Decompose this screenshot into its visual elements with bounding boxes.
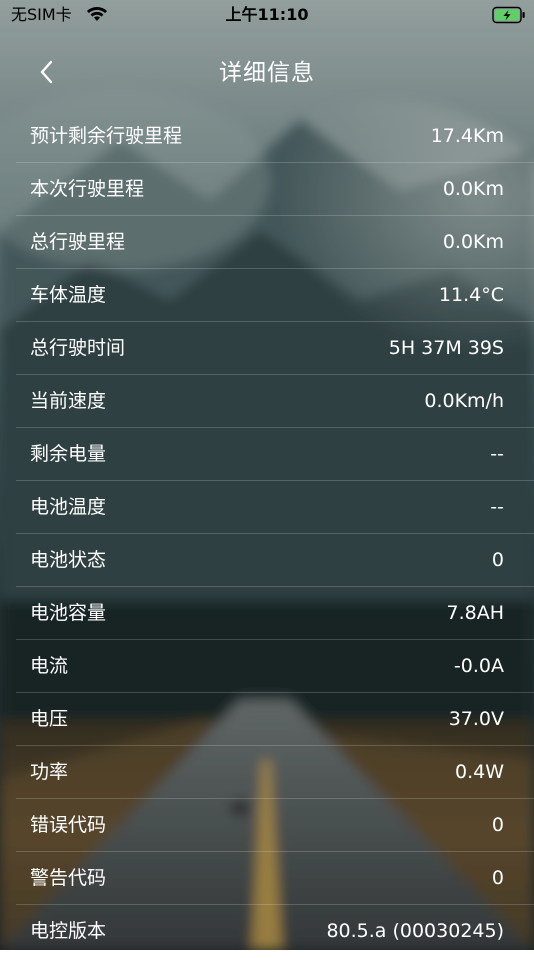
list-item: 电控版本 80.5.a (00030245) [0, 905, 534, 958]
row-value: 80.5.a (00030245) [326, 920, 504, 942]
row-label: 剩余电量 [30, 443, 107, 465]
list-item: 电压 37.0V [0, 693, 534, 746]
row-value: 0 [491, 814, 504, 836]
row-value: 0 [491, 549, 504, 571]
row-label: 电控版本 [30, 920, 107, 942]
row-label: 总行驶里程 [30, 231, 126, 253]
row-label: 车体温度 [30, 284, 107, 306]
row-label: 电池容量 [30, 602, 107, 624]
list-item: 剩余电量 -- [0, 428, 534, 481]
row-value: 0.0Km [442, 178, 504, 200]
row-value: 37.0V [448, 708, 504, 730]
page-title: 详细信息 [219, 60, 315, 86]
status-time: 上午11:10 [225, 5, 309, 24]
list-item: 总行驶里程 0.0Km [0, 216, 534, 269]
row-label: 预计剩余行驶里程 [30, 125, 183, 147]
list-item: 电池容量 7.8AH [0, 587, 534, 640]
list-item: 电流 -0.0A [0, 640, 534, 693]
list-item: 电池状态 0 [0, 534, 534, 587]
row-value: 0 [491, 867, 504, 889]
row-value: 0.0Km/h [424, 390, 504, 412]
list-item: 总行驶时间 5H 37M 39S [0, 322, 534, 375]
row-value: 17.4Km [430, 125, 504, 147]
list-item: 错误代码 0 [0, 799, 534, 852]
navigation-bar: 详细信息 [0, 30, 534, 110]
row-value: -- [490, 443, 504, 465]
list-item: 车体温度 11.4°C [0, 269, 534, 322]
list-item: 本次行驶里程 0.0Km [0, 163, 534, 216]
row-value: 11.4°C [438, 284, 504, 306]
status-bar: 无SIM卡 上午11:10 [0, 0, 534, 30]
list-item: 电池温度 -- [0, 481, 534, 534]
list-item: 预计剩余行驶里程 17.4Km [0, 110, 534, 163]
row-label: 电流 [30, 655, 69, 677]
row-value: -- [490, 496, 504, 518]
row-value: 0.0Km [442, 231, 504, 253]
row-label: 电池温度 [30, 496, 107, 518]
row-label: 错误代码 [30, 814, 107, 836]
row-label: 总行驶时间 [30, 337, 126, 359]
list-item: 功率 0.4W [0, 746, 534, 799]
row-value: -0.0A [453, 655, 504, 677]
row-value: 0.4W [454, 761, 504, 783]
battery-charging-icon [492, 6, 526, 24]
row-value: 7.8AH [446, 602, 504, 624]
row-label: 功率 [30, 761, 69, 783]
row-label: 当前速度 [30, 390, 107, 412]
row-label: 警告代码 [30, 867, 107, 889]
row-label: 电池状态 [30, 549, 107, 571]
list-item: 警告代码 0 [0, 852, 534, 905]
row-label: 本次行驶里程 [30, 178, 145, 200]
detail-list: 预计剩余行驶里程 17.4Km 本次行驶里程 0.0Km 总行驶里程 0.0Km… [0, 110, 534, 958]
row-value: 5H 37M 39S [388, 337, 504, 359]
list-item: 当前速度 0.0Km/h [0, 375, 534, 428]
row-label: 电压 [30, 708, 69, 730]
